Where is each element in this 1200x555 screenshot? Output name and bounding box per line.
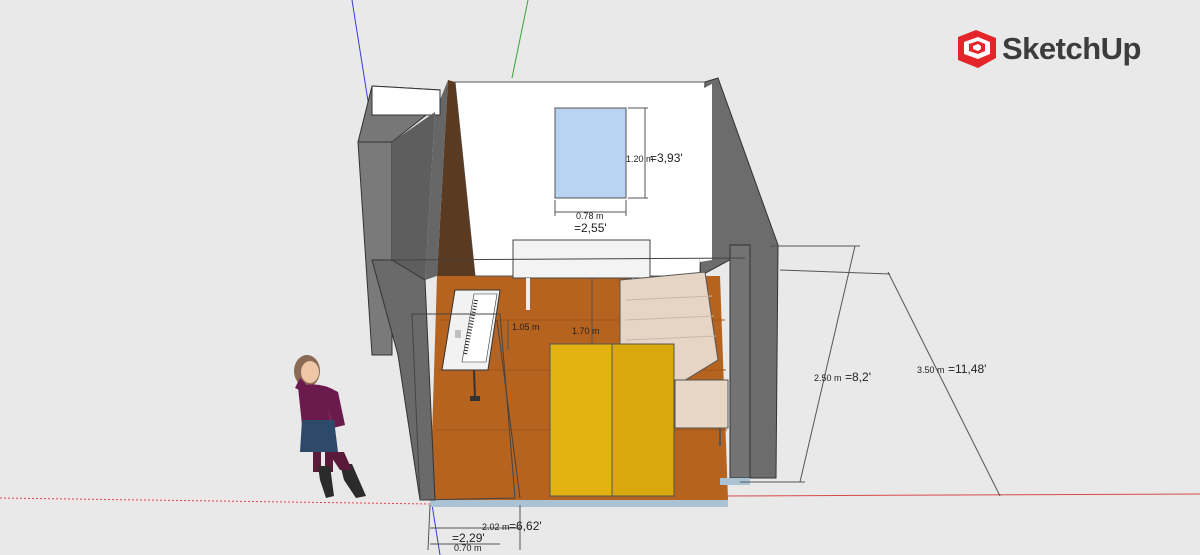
right-wall-edge (700, 84, 712, 262)
sketchup-viewport[interactable]: SketchUp 1.20 m =3,93' 0.78 m =2,55' 1.0… (0, 0, 1200, 555)
dim-label-window-height-ft: =3,93' (650, 151, 683, 165)
human-scale-figure (294, 355, 366, 498)
dim-depth-line (887, 271, 1001, 497)
piano-stand (473, 369, 476, 399)
figure-skirt (300, 420, 338, 452)
sofa-seat (674, 379, 729, 429)
dim-label-room-depth-m: 3.50 m (917, 365, 945, 375)
dim-label-desk-distance: 1.70 m (572, 326, 600, 336)
yellow-cabinet-right (611, 343, 675, 497)
dim-label-window-width-m: 0.78 m (576, 211, 604, 221)
green-axis (511, 0, 529, 79)
dim-label-door-width-m: 0.70 m (454, 543, 482, 553)
dim-label-room-height-m: 2.50 m (814, 373, 842, 383)
dim-label-room-depth-ft: =11,48' (948, 362, 986, 376)
dim-label-room-height-ft: =8,2' (845, 370, 871, 384)
figure-face (301, 361, 319, 383)
piano-panel (455, 330, 461, 338)
left-wall-front (371, 259, 436, 501)
floor-edge (430, 500, 728, 507)
dim-label-room-width-m: 2.02 m (482, 522, 510, 532)
dim-depth-tick (779, 269, 891, 275)
dim-label-keyboard-distance: 1.05 m (512, 322, 540, 332)
dim-label-window-width-ft: =2,55' (574, 221, 607, 235)
right-wall-pillar (729, 244, 751, 479)
piano-stand-foot (470, 396, 480, 401)
dim-door-tick (427, 504, 431, 551)
yellow-cabinet-left (549, 343, 613, 497)
window (554, 107, 627, 199)
3d-model-scene[interactable]: 1.20 m =3,93' 0.78 m =2,55' 1.05 m 1.70 … (0, 0, 1200, 555)
red-axis (719, 493, 1200, 497)
dim-label-room-width-ft: =6,62' (509, 519, 542, 533)
dim-height-line (799, 245, 856, 483)
left-box-opening (371, 85, 441, 116)
red-axis-dashed (0, 497, 433, 505)
left-box-side (357, 141, 393, 356)
